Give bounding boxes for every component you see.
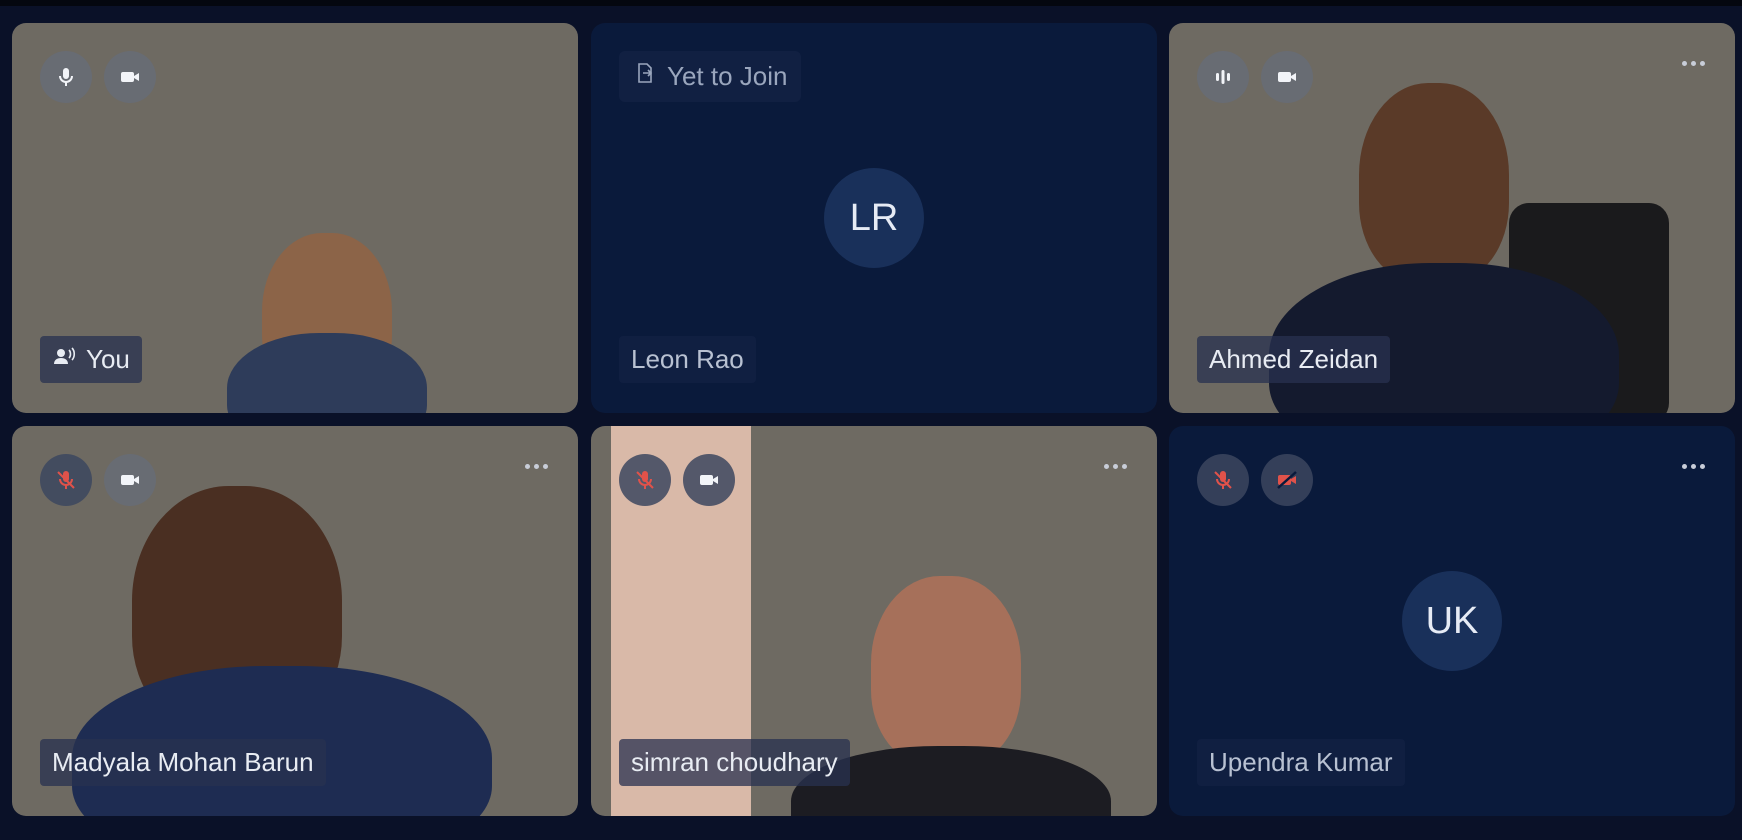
participant-name-tag: You bbox=[40, 336, 142, 383]
participant-tile-you[interactable]: You bbox=[12, 23, 578, 413]
camera-off-icon[interactable] bbox=[1261, 454, 1313, 506]
participant-name-tag: simran choudhary bbox=[619, 739, 850, 786]
camera-icon[interactable] bbox=[104, 454, 156, 506]
participant-tile-madyala-mohan-barun[interactable]: Madyala Mohan Barun bbox=[12, 426, 578, 816]
tile-controls bbox=[40, 454, 156, 506]
more-options-icon[interactable] bbox=[1673, 454, 1713, 478]
exit-door-icon bbox=[633, 61, 657, 92]
tile-controls bbox=[40, 51, 156, 103]
speaker-icon bbox=[52, 344, 76, 375]
avatar: UK bbox=[1402, 571, 1502, 671]
join-status-text: Yet to Join bbox=[667, 61, 788, 91]
tile-controls bbox=[1197, 51, 1313, 103]
microphone-muted-icon[interactable] bbox=[619, 454, 671, 506]
participant-tile-ahmed-zeidan[interactable]: Ahmed Zeidan bbox=[1169, 23, 1735, 413]
more-options-icon[interactable] bbox=[1095, 454, 1135, 478]
participant-name-tag: Ahmed Zeidan bbox=[1197, 336, 1391, 383]
microphone-muted-icon[interactable] bbox=[1197, 454, 1249, 506]
participant-name: Upendra Kumar bbox=[1209, 747, 1393, 777]
tile-controls bbox=[1197, 454, 1313, 506]
participant-name: simran choudhary bbox=[631, 747, 838, 777]
camera-icon[interactable] bbox=[1261, 51, 1313, 103]
tile-controls bbox=[619, 454, 735, 506]
participant-name: Ahmed Zeidan bbox=[1209, 344, 1379, 374]
participant-name-tag: Madyala Mohan Barun bbox=[40, 739, 326, 786]
participant-video bbox=[1359, 83, 1509, 283]
participant-name: Leon Rao bbox=[631, 344, 744, 374]
participant-name-tag: Leon Rao bbox=[619, 336, 756, 383]
participant-name: You bbox=[86, 344, 130, 374]
more-options-icon[interactable] bbox=[516, 454, 556, 478]
participant-body bbox=[227, 333, 427, 413]
avatar: LR bbox=[824, 168, 924, 268]
participant-name-tag: Upendra Kumar bbox=[1197, 739, 1405, 786]
microphone-icon[interactable] bbox=[40, 51, 92, 103]
participant-tile-simran-choudhary[interactable]: simran choudhary bbox=[591, 426, 1157, 816]
participant-name: Madyala Mohan Barun bbox=[52, 747, 314, 777]
camera-icon[interactable] bbox=[104, 51, 156, 103]
audio-level-icon[interactable] bbox=[1197, 51, 1249, 103]
camera-icon[interactable] bbox=[683, 454, 735, 506]
participant-tile-leon-rao[interactable]: Yet to Join LR Leon Rao bbox=[591, 23, 1157, 413]
top-bar bbox=[0, 0, 1742, 6]
more-options-icon[interactable] bbox=[1673, 51, 1713, 75]
participant-video bbox=[871, 576, 1021, 766]
join-status-badge: Yet to Join bbox=[619, 51, 802, 102]
microphone-muted-icon[interactable] bbox=[40, 454, 92, 506]
participant-tile-upendra-kumar[interactable]: UK Upendra Kumar bbox=[1169, 426, 1735, 816]
